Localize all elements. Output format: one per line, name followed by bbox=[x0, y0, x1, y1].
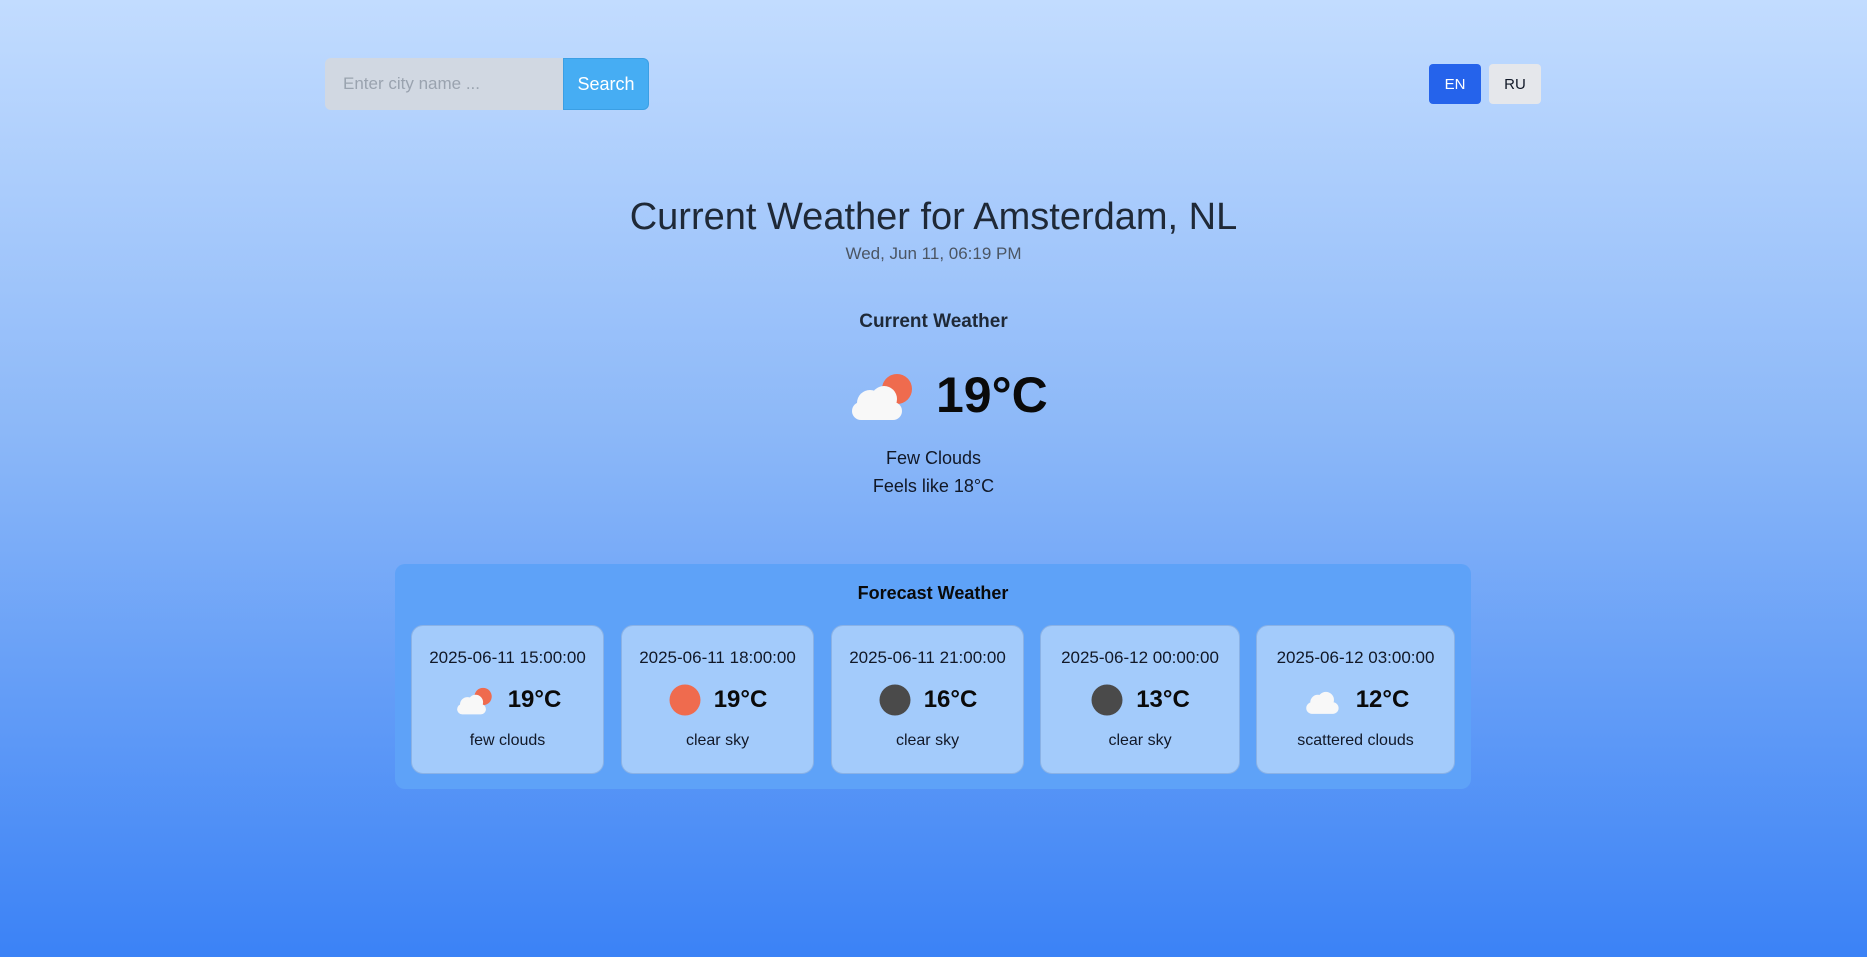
language-switcher: EN RU bbox=[1429, 64, 1541, 104]
forecast-temperature: 16°C bbox=[923, 686, 978, 713]
few-clouds-icon bbox=[848, 369, 918, 421]
forecast-description: clear sky bbox=[685, 732, 750, 749]
search-button[interactable]: Search bbox=[563, 58, 649, 110]
forecast-description: scattered clouds bbox=[1297, 732, 1414, 749]
forecast-time: 2025-06-11 21:00:00 bbox=[849, 648, 1006, 667]
current-weather-main: 19°C bbox=[848, 366, 1048, 424]
forecast-time: 2025-06-11 15:00:00 bbox=[429, 648, 586, 667]
clear-sky-day-icon bbox=[668, 683, 702, 717]
forecast-temperature: 19°C bbox=[507, 686, 562, 713]
forecast-temperature: 19°C bbox=[713, 686, 768, 713]
forecast-temperature: 13°C bbox=[1136, 686, 1190, 713]
forecast-main: 13°C bbox=[1041, 682, 1239, 718]
current-description: Few Clouds bbox=[885, 448, 982, 468]
forecast-main: 19°C bbox=[412, 682, 603, 718]
forecast-description: clear sky bbox=[895, 732, 960, 749]
language-en-button[interactable]: EN bbox=[1429, 64, 1481, 104]
page-title: Current Weather for Amsterdam, NL bbox=[629, 196, 1238, 238]
forecast-main: 16°C bbox=[832, 682, 1023, 718]
forecast-description: clear sky bbox=[1108, 732, 1172, 749]
forecast-card: 2025-06-11 18:00:00 19°C clear sky bbox=[621, 625, 814, 774]
forecast-main: 12°C bbox=[1257, 682, 1454, 718]
top-bar: Search EN RU bbox=[325, 58, 1541, 110]
current-temperature: 19°C bbox=[936, 367, 1048, 423]
forecast-time: 2025-06-12 03:00:00 bbox=[1276, 648, 1435, 667]
current-weather-heading: Current Weather bbox=[859, 311, 1008, 332]
forecast-card: 2025-06-11 21:00:00 16°C clear sky bbox=[831, 625, 1024, 774]
search-group: Search bbox=[325, 58, 649, 110]
forecast-card: 2025-06-11 15:00:00 19°C few clouds bbox=[411, 625, 604, 774]
forecast-main: 19°C bbox=[622, 682, 813, 718]
forecast-temperature: 12°C bbox=[1355, 686, 1410, 713]
feels-like-text: Feels like 18°C bbox=[872, 476, 995, 496]
language-ru-button[interactable]: RU bbox=[1489, 64, 1541, 104]
current-date: Wed, Jun 11, 06:19 PM bbox=[845, 244, 1022, 263]
forecast-time: 2025-06-11 18:00:00 bbox=[639, 648, 796, 667]
forecast-heading: Forecast Weather bbox=[857, 583, 1009, 603]
forecast-time: 2025-06-12 00:00:00 bbox=[1061, 648, 1219, 667]
forecast-card: 2025-06-12 03:00:00 12°C scattered cloud… bbox=[1256, 625, 1455, 774]
few-clouds-icon bbox=[454, 685, 496, 715]
clear-sky-night-icon bbox=[878, 683, 912, 717]
forecast-description: few clouds bbox=[469, 732, 546, 749]
forecast-card: 2025-06-12 00:00:00 13°C clear sky bbox=[1040, 625, 1240, 774]
city-search-input[interactable] bbox=[325, 58, 563, 110]
clear-sky-night-icon bbox=[1090, 683, 1124, 717]
scattered-clouds-icon bbox=[1302, 685, 1344, 715]
forecast-panel: Forecast Weather 2025-06-11 15:00:00 19°… bbox=[395, 564, 1471, 789]
